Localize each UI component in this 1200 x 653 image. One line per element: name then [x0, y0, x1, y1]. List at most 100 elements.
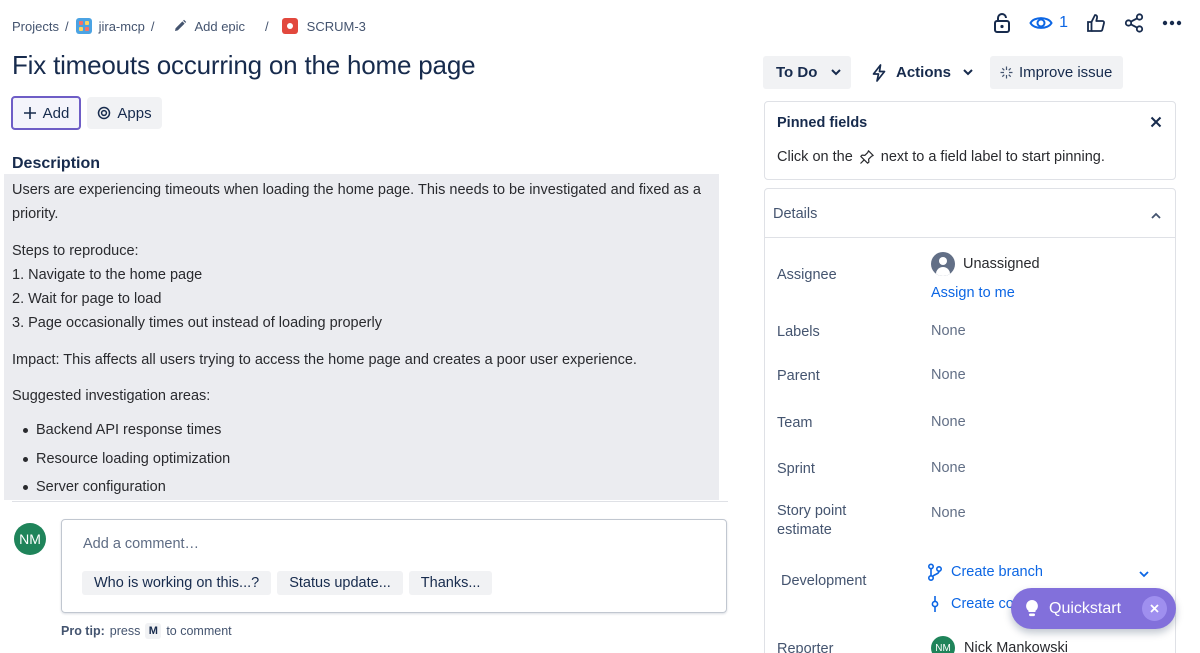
status-label: To Do: [776, 64, 818, 81]
watch-button[interactable]: 1: [1029, 14, 1068, 32]
assignee-value: Unassigned: [963, 256, 1040, 272]
project-icon: [75, 18, 92, 34]
pinned-fields-panel: Pinned fields Click on the next to a fie…: [764, 101, 1176, 180]
apps-button[interactable]: Apps: [87, 97, 162, 129]
reporter-label: Reporter: [777, 641, 834, 653]
actions-dropdown[interactable]: Actions: [866, 56, 983, 89]
sprint-value[interactable]: None: [931, 460, 966, 476]
comment-editor[interactable]: Add a comment… Who is working on this...…: [61, 519, 727, 613]
labels-value[interactable]: None: [931, 323, 966, 339]
parent-label: Parent: [777, 368, 820, 384]
chevron-down-icon[interactable]: [1139, 565, 1149, 583]
team-label: Team: [777, 415, 813, 431]
suggestion-working-button[interactable]: Who is working on this...?: [82, 571, 272, 595]
create-branch-label: Create branch: [951, 564, 1043, 580]
pinned-hint-after: next to a field label to start pinning.: [880, 149, 1105, 165]
steps-heading: Steps to reproduce:: [12, 242, 139, 259]
watch-count: 1: [1059, 14, 1068, 31]
breadcrumb: Projects / jira-mcp / Add epic / SCRUM-3: [12, 16, 366, 36]
pin-icon: [859, 150, 874, 164]
pinned-fields-hint: Click on the next to a field label to st…: [777, 149, 1105, 165]
labels-label: Labels: [777, 324, 820, 340]
description-editor[interactable]: Users are experiencing timeouts when loa…: [4, 174, 719, 500]
apps-icon: [98, 106, 111, 120]
details-title: Details: [773, 206, 818, 222]
step-item: 3. Page occasionally times out instead o…: [12, 315, 382, 332]
chevron-down-icon: [831, 69, 842, 76]
avatar: NM: [931, 636, 955, 653]
improve-issue-label: Improve issue: [1019, 64, 1113, 81]
close-icon[interactable]: [1142, 596, 1167, 621]
sparkle-icon: [1000, 66, 1013, 79]
create-commit-link[interactable]: Create co: [927, 595, 1014, 613]
pinned-fields-title: Pinned fields: [777, 115, 868, 131]
add-button[interactable]: Add: [11, 96, 81, 130]
add-button-label: Add: [42, 104, 70, 122]
bug-icon: [281, 18, 298, 34]
investigation-areas-list: Backend API response times Resource load…: [12, 416, 711, 501]
issue-header-actions: 1: [993, 12, 1182, 34]
add-epic-link[interactable]: Add epic: [173, 19, 245, 34]
add-epic-label: Add epic: [194, 18, 246, 34]
quickstart-label: Quickstart: [1049, 599, 1122, 617]
thumbs-up-icon[interactable]: [1086, 13, 1106, 33]
list-item: Resource loading optimization: [12, 445, 711, 473]
create-branch-link[interactable]: Create branch: [927, 563, 1043, 581]
issue-title[interactable]: Fix timeouts occurring on the home page: [12, 50, 476, 81]
step-item: 1. Navigate to the home page: [12, 266, 203, 283]
commit-icon: [931, 596, 939, 612]
create-commit-label: Create co: [951, 596, 1014, 612]
protip: Pro tip: press M to comment: [61, 623, 232, 639]
assign-to-me-link[interactable]: Assign to me: [931, 285, 1015, 301]
story-points-label: Story point estimate: [777, 503, 847, 538]
list-item: Backend API response times: [12, 416, 711, 444]
lock-icon[interactable]: [993, 12, 1011, 34]
suggestion-thanks-button[interactable]: Thanks...: [408, 571, 493, 595]
breadcrumb-project-label: jira-mcp: [98, 18, 145, 34]
comment-placeholder[interactable]: Add a comment…: [83, 536, 199, 552]
divider: [12, 501, 728, 502]
suggestion-status-button[interactable]: Status update...: [277, 571, 403, 595]
apps-button-label: Apps: [117, 104, 152, 122]
story-points-value[interactable]: None: [931, 505, 966, 521]
details-panel: Details Assignee Unassigned Assign to me…: [764, 188, 1176, 653]
description-paragraph: Users are experiencing timeouts when loa…: [12, 182, 701, 223]
comment-suggestions: Who is working on this...? Status update…: [82, 571, 493, 595]
pencil-icon: [175, 19, 187, 31]
breadcrumb-separator: /: [64, 18, 69, 34]
sprint-label: Sprint: [777, 461, 815, 477]
pinned-hint-before: Click on the: [777, 149, 853, 165]
details-header[interactable]: Details: [765, 189, 1175, 238]
quickstart-button[interactable]: Quickstart: [1011, 588, 1176, 629]
plus-icon: [23, 107, 36, 119]
team-value[interactable]: None: [931, 414, 966, 430]
actions-label: Actions: [896, 64, 952, 81]
chevron-down-icon: [963, 69, 973, 76]
person-icon: [931, 252, 955, 276]
improve-issue-button[interactable]: Improve issue: [990, 56, 1123, 89]
description-heading: Description: [12, 155, 101, 172]
close-icon[interactable]: [1150, 115, 1162, 133]
breadcrumb-separator: /: [150, 18, 155, 34]
eye-icon: [1029, 17, 1053, 29]
lightbulb-icon: [1026, 600, 1038, 617]
issue-key: SCRUM-3: [306, 18, 366, 34]
breadcrumb-separator: /: [265, 18, 269, 34]
lightning-icon: [872, 63, 886, 82]
protip-label: Pro tip:: [61, 624, 105, 638]
breadcrumb-project[interactable]: jira-mcp: [75, 18, 145, 34]
protip-press: press: [109, 624, 141, 638]
breadcrumb-issue[interactable]: SCRUM-3: [281, 18, 366, 34]
breadcrumb-projects[interactable]: Projects: [12, 19, 59, 34]
more-icon[interactable]: [1162, 20, 1182, 26]
status-dropdown[interactable]: To Do: [763, 56, 851, 89]
step-item: 2. Wait for page to load: [12, 291, 162, 308]
development-label: Development: [781, 573, 867, 589]
parent-value[interactable]: None: [931, 367, 966, 383]
reporter-name[interactable]: Nick Mankowski: [964, 640, 1068, 653]
share-icon[interactable]: [1124, 13, 1144, 33]
areas-heading: Suggested investigation areas:: [12, 388, 211, 405]
impact-text: Impact: This affects all users trying to…: [12, 351, 637, 368]
assignee-field[interactable]: Unassigned: [931, 252, 1040, 276]
branch-icon: [927, 563, 943, 581]
